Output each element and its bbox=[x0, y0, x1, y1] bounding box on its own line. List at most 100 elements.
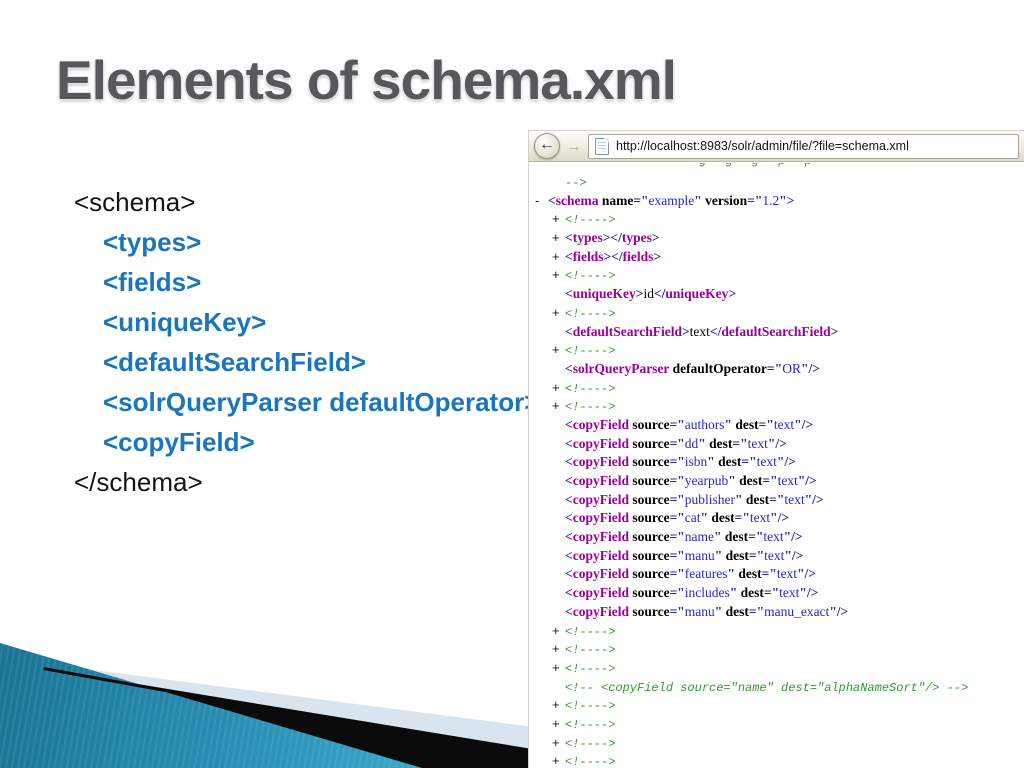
xml-token: text bbox=[779, 585, 800, 601]
xml-token: "/> bbox=[801, 360, 820, 376]
outline-item: </schema> bbox=[74, 467, 203, 497]
xml-token: =" bbox=[763, 585, 780, 601]
xml-token: dest bbox=[737, 585, 764, 601]
address-bar[interactable]: http://localhost:8983/solr/admin/file/?f… bbox=[588, 133, 1019, 159]
xml-token: copyField bbox=[572, 566, 629, 582]
expander-icon[interactable]: + bbox=[552, 659, 565, 678]
xml-line: <defaultSearchField>text</defaultSearchF… bbox=[529, 323, 1024, 342]
xml-line: <solrQueryParser defaultOperator="OR"/> bbox=[529, 360, 1024, 379]
expander-icon[interactable]: + bbox=[552, 304, 565, 323]
xml-line: <copyField source="manu" dest="manu_exac… bbox=[529, 603, 1024, 622]
xml-token: < bbox=[565, 286, 573, 302]
expander-icon[interactable]: - bbox=[535, 192, 548, 211]
xml-token: version bbox=[701, 192, 748, 208]
xml-token: > bbox=[728, 286, 737, 302]
xml-token: copyField bbox=[572, 473, 629, 488]
xml-token: > bbox=[653, 248, 662, 264]
expander-icon[interactable]: + bbox=[552, 379, 565, 398]
xml-token: uniqueKey bbox=[572, 286, 636, 302]
expander-icon[interactable]: + bbox=[552, 210, 565, 229]
presentation-slide: Elements of schema.xml <schema> <types> <f… bbox=[0, 0, 1024, 768]
expander-icon[interactable]: + bbox=[552, 696, 565, 715]
xml-token: fields bbox=[622, 248, 654, 264]
xml-token: copyField bbox=[572, 585, 629, 601]
xml-token: text bbox=[756, 454, 777, 470]
xml-token: source bbox=[628, 473, 670, 488]
xml-token: " bbox=[698, 435, 706, 451]
expander-icon[interactable]: + bbox=[552, 715, 565, 734]
xml-token: "/> bbox=[784, 547, 804, 563]
xml-line: + <!----> bbox=[529, 622, 1024, 641]
xml-token: "/> bbox=[770, 510, 790, 526]
expander-icon[interactable]: + bbox=[552, 248, 565, 267]
xml-token: =" bbox=[758, 416, 774, 432]
xml-token: text bbox=[763, 529, 784, 545]
xml-token: source bbox=[628, 491, 670, 507]
xml-token: manu bbox=[684, 547, 715, 563]
xml-token: dest bbox=[721, 529, 749, 545]
xml-token: =" bbox=[767, 360, 783, 376]
expander-icon[interactable]: + bbox=[552, 397, 565, 416]
xml-token: " bbox=[735, 491, 743, 507]
xml-token: < bbox=[565, 323, 573, 339]
xml-token: source bbox=[628, 510, 670, 526]
outline-item: <defaultSearchField> bbox=[103, 347, 366, 377]
xml-token: " bbox=[724, 416, 733, 432]
xml-token: copyField bbox=[572, 491, 629, 507]
xml-line: <copyField source="cat" dest="text"/> bbox=[529, 509, 1024, 528]
expander-icon[interactable]: + bbox=[552, 640, 565, 659]
xml-token: <!----> bbox=[565, 624, 616, 639]
xml-token: source bbox=[628, 454, 670, 470]
xml-token: ></ bbox=[603, 248, 623, 264]
xml-token: text bbox=[784, 491, 805, 507]
xml-token: "/> bbox=[794, 416, 814, 432]
xml-token: < bbox=[565, 473, 573, 488]
xml-token: text bbox=[689, 323, 710, 339]
expander-icon[interactable]: + bbox=[552, 622, 565, 641]
xml-token: > bbox=[651, 230, 660, 246]
xml-token: cat bbox=[684, 510, 701, 526]
xml-line: - <schema name="example" version="1.2"> bbox=[529, 192, 1024, 211]
xml-token: < bbox=[565, 230, 573, 246]
xml-token: <!----> bbox=[565, 400, 616, 415]
back-button[interactable]: ← bbox=[534, 133, 560, 159]
xml-token: "/> bbox=[829, 603, 849, 619]
xml-token: source bbox=[628, 416, 670, 432]
xml-token: source bbox=[628, 435, 670, 451]
expander-icon[interactable]: + bbox=[552, 229, 565, 248]
xml-token: <!----> bbox=[565, 736, 616, 751]
xml-token: source bbox=[628, 566, 670, 582]
xml-token: <!----> bbox=[565, 344, 616, 359]
expander-icon[interactable]: + bbox=[552, 266, 565, 285]
xml-line: + <!----> bbox=[529, 379, 1024, 398]
xml-line: + <fields></fields> bbox=[529, 248, 1024, 267]
forward-button[interactable]: → bbox=[565, 138, 583, 155]
xml-token: "/> bbox=[797, 566, 817, 582]
xml-token: =" bbox=[669, 603, 685, 619]
xml-token: "/> bbox=[767, 435, 787, 451]
xml-token: " bbox=[700, 510, 709, 526]
xml-token: =" bbox=[748, 529, 764, 545]
xml-token: fields bbox=[572, 248, 604, 264]
xml-token: dest bbox=[722, 547, 749, 563]
expander-icon[interactable]: + bbox=[552, 734, 565, 753]
xml-token: </ bbox=[709, 323, 722, 339]
xml-token: 1.2 bbox=[762, 192, 780, 208]
xml-token: " bbox=[727, 566, 736, 582]
xml-token: includes bbox=[684, 585, 730, 601]
xml-token: dest bbox=[708, 510, 735, 526]
xml-token: =" bbox=[761, 566, 777, 582]
xml-token: dest bbox=[714, 454, 742, 470]
expander-icon[interactable]: + bbox=[552, 341, 565, 360]
xml-token: < bbox=[565, 566, 573, 582]
xml-token: <!----> bbox=[565, 717, 616, 732]
xml-token: < bbox=[565, 547, 573, 563]
xml-token: text bbox=[764, 547, 785, 563]
black-stripe-shape bbox=[43, 667, 440, 742]
xml-token: =" bbox=[762, 473, 778, 488]
xml-token: "/> bbox=[776, 454, 796, 470]
page-title: Elements of schema.xml bbox=[56, 49, 677, 111]
xml-line: + <!----> bbox=[529, 696, 1024, 715]
xml-token: defaultSearchField bbox=[572, 323, 682, 339]
expander-icon[interactable]: + bbox=[552, 752, 565, 768]
